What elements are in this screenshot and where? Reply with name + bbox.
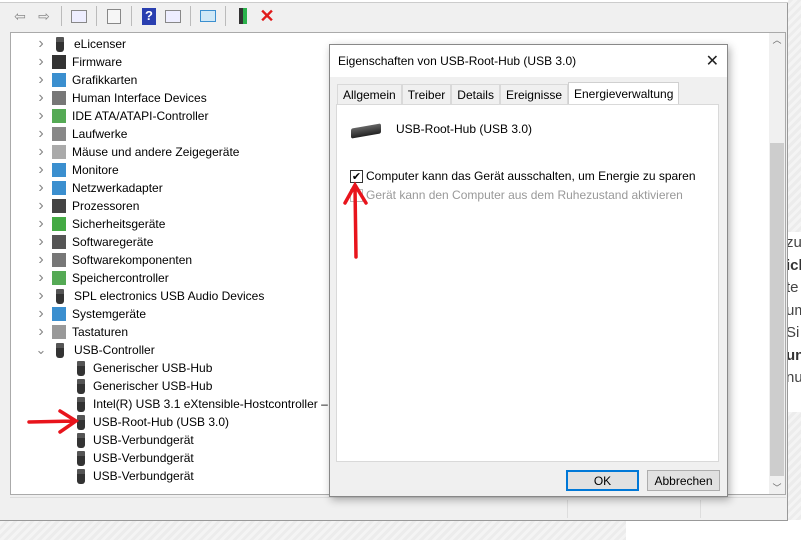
tab-energieverwaltung[interactable]: Energieverwaltung	[568, 82, 680, 104]
device-name: USB-Root-Hub (USB 3.0)	[396, 122, 533, 136]
red-arrow-up-icon	[343, 181, 368, 259]
option-label: Computer kann das Gerät ausschalten, um …	[366, 169, 696, 183]
tab-treiber[interactable]: Treiber	[401, 84, 452, 104]
allow-wake-option: Gerät kann den Computer aus dem Ruhezust…	[350, 188, 683, 202]
properties-dialog: Eigenschaften von USB-Root-Hub (USB 3.0)…	[329, 44, 728, 497]
allow-power-off-option[interactable]: ✔ Computer kann das Gerät ausschalten, u…	[350, 169, 696, 183]
tab-ereignisse[interactable]: Ereignisse	[499, 84, 568, 104]
ok-button[interactable]: OK	[566, 470, 639, 491]
cancel-button[interactable]: Abbrechen	[647, 470, 720, 491]
dialog-title: Eigenschaften von USB-Root-Hub (USB 3.0)	[330, 45, 727, 77]
tab-details[interactable]: Details	[451, 84, 500, 104]
power-management-panel: USB-Root-Hub (USB 3.0) ✔ Computer kann d…	[336, 104, 719, 462]
tab-bar: Allgemein Treiber Details Ereignisse Ene…	[337, 82, 680, 104]
red-arrow-right-icon	[27, 409, 80, 434]
option-label: Gerät kann den Computer aus dem Ruhezust…	[366, 188, 683, 202]
tab-allgemein[interactable]: Allgemein	[337, 84, 402, 104]
usb-plug-icon	[351, 123, 381, 139]
close-icon[interactable]: ✕	[706, 51, 719, 71]
